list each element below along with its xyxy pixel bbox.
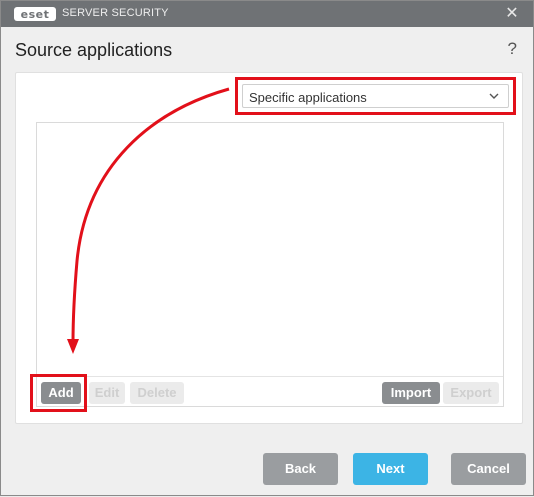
source-type-dropdown[interactable]: Specific applications [242, 84, 509, 108]
help-icon[interactable]: ? [508, 39, 517, 59]
export-button[interactable]: Export [443, 382, 499, 404]
eset-logo: eset [14, 7, 56, 21]
delete-button[interactable]: Delete [130, 382, 184, 404]
product-name: SERVER SECURITY [62, 7, 169, 19]
applications-list[interactable]: Add Edit Delete Import Export [30, 122, 504, 412]
next-button[interactable]: Next [353, 453, 428, 485]
dropdown-highlight: Specific applications [235, 77, 516, 115]
list-divider [37, 376, 503, 377]
chevron-down-icon [489, 93, 499, 99]
close-icon[interactable]: ✕ [501, 3, 523, 25]
back-button[interactable]: Back [263, 453, 338, 485]
page-title: Source applications [15, 40, 173, 60]
title-bar: eset SERVER SECURITY ✕ [1, 1, 533, 27]
dialog-window: eset SERVER SECURITY ✕ Source applicatio… [0, 0, 534, 496]
import-button[interactable]: Import [382, 382, 440, 404]
cancel-button[interactable]: Cancel [451, 453, 526, 485]
edit-button[interactable]: Edit [89, 382, 125, 404]
dropdown-selected-value: Specific applications [249, 90, 367, 105]
content-panel: Specific applications Add Edit Delete Im… [15, 72, 523, 424]
add-button[interactable]: Add [41, 382, 81, 404]
